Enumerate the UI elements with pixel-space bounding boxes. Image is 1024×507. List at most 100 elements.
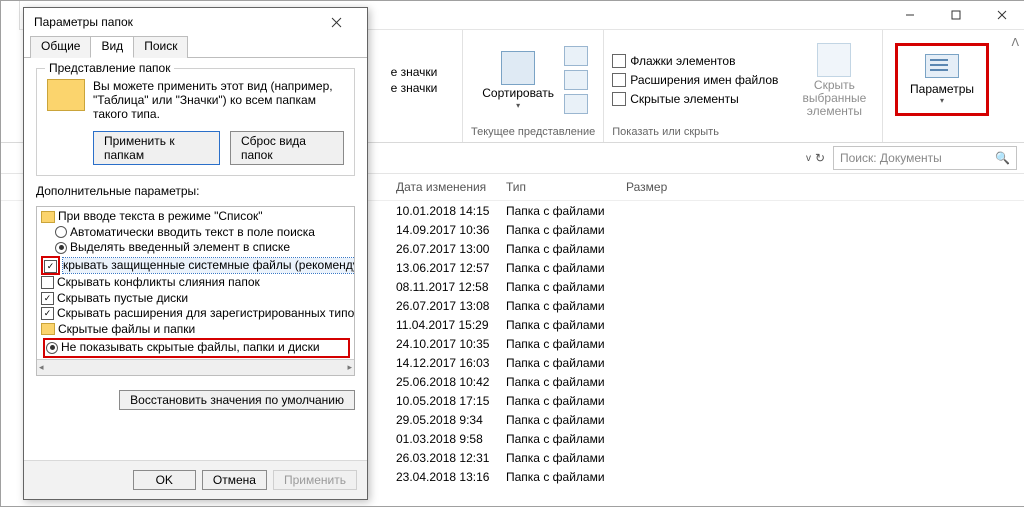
cell-type: Папка с файлами bbox=[506, 356, 626, 370]
radio-icon[interactable] bbox=[46, 342, 58, 354]
ribbon-label: Скрыть выбранные элементы bbox=[794, 79, 874, 118]
tree-item-label[interactable]: Скрывать пустые диски bbox=[57, 291, 188, 307]
cell-type: Папка с файлами bbox=[506, 261, 626, 275]
hidden-items-checkbox[interactable]: Скрытые элементы bbox=[612, 91, 778, 107]
ok-button[interactable]: OK bbox=[133, 470, 196, 490]
radio-icon[interactable] bbox=[55, 226, 67, 238]
advanced-settings-tree[interactable]: При вводе текста в режиме "Список" Автом… bbox=[36, 206, 355, 376]
maximize-button[interactable] bbox=[933, 1, 979, 29]
add-columns-button[interactable] bbox=[564, 70, 588, 90]
quick-access-top bbox=[1, 1, 20, 31]
checkbox-icon bbox=[612, 73, 626, 87]
cell-date: 26.03.2018 12:31 bbox=[396, 451, 506, 465]
sort-icon bbox=[501, 51, 535, 85]
folder-options-dialog: Параметры папок Общие Вид Поиск Представ… bbox=[23, 7, 368, 500]
ribbon-group-layout: е значки е значки bbox=[366, 30, 463, 142]
cell-type: Папка с файлами bbox=[506, 299, 626, 313]
folder-icon bbox=[47, 79, 85, 111]
folder-views-group: Представление папок Вы можете применить … bbox=[36, 68, 355, 176]
cell-date: 08.11.2017 12:58 bbox=[396, 280, 506, 294]
checkbox-label: Флажки элементов bbox=[630, 54, 735, 68]
cell-date: 10.05.2018 17:15 bbox=[396, 394, 506, 408]
radio-icon[interactable] bbox=[55, 242, 67, 254]
reset-folders-button[interactable]: Сброс вида папок bbox=[230, 131, 344, 165]
minimize-button[interactable] bbox=[887, 1, 933, 29]
cell-type: Папка с файлами bbox=[506, 451, 626, 465]
size-columns-button[interactable] bbox=[564, 94, 588, 114]
tree-item-label[interactable]: Скрывать расширения для зарегистрированн… bbox=[57, 306, 354, 322]
extensions-checkbox[interactable]: Расширения имен файлов bbox=[612, 72, 778, 88]
checkbox-label: Скрытые элементы bbox=[630, 92, 739, 106]
scroll-right-icon[interactable]: ▸ bbox=[347, 362, 352, 373]
tree-item-label[interactable]: Скрывать конфликты слияния папок bbox=[57, 275, 260, 291]
cell-type: Папка с файлами bbox=[506, 204, 626, 218]
close-button[interactable] bbox=[979, 1, 1024, 29]
collapse-ribbon-icon[interactable]: ᐱ bbox=[1011, 36, 1019, 49]
cell-date: 10.01.2018 14:15 bbox=[396, 204, 506, 218]
tab-search[interactable]: Поиск bbox=[133, 36, 188, 58]
checkbox-icon[interactable] bbox=[41, 276, 54, 289]
tree-item-label[interactable]: Автоматически вводить текст в поле поиск… bbox=[70, 225, 315, 241]
tab-strip: Общие Вид Поиск bbox=[24, 36, 367, 58]
search-input[interactable]: Поиск: Документы 🔍 bbox=[833, 146, 1017, 170]
sort-button[interactable]: Сортировать ▾ bbox=[478, 51, 558, 110]
cell-date: 23.04.2018 13:16 bbox=[396, 470, 506, 484]
ribbon-item-label[interactable]: е значки bbox=[391, 65, 438, 79]
minimize-icon bbox=[905, 10, 915, 20]
ribbon-group-caption: Текущее представление bbox=[471, 126, 595, 142]
horizontal-scrollbar[interactable]: ◂▸ bbox=[37, 359, 354, 375]
ribbon-label: Сортировать bbox=[482, 87, 554, 100]
options-button[interactable]: Параметры ▾ bbox=[895, 43, 989, 116]
tab-view[interactable]: Вид bbox=[90, 36, 134, 58]
apply-button[interactable]: Применить bbox=[273, 470, 357, 490]
cell-date: 29.05.2018 9:34 bbox=[396, 413, 506, 427]
cell-type: Папка с файлами bbox=[506, 223, 626, 237]
cell-type: Папка с файлами bbox=[506, 318, 626, 332]
chevron-down-icon: ▾ bbox=[940, 96, 944, 105]
checkbox-icon[interactable] bbox=[41, 292, 54, 305]
folder-icon bbox=[41, 323, 55, 335]
cell-type: Папка с файлами bbox=[506, 242, 626, 256]
close-icon bbox=[331, 17, 342, 28]
checkbox-icon[interactable] bbox=[44, 260, 57, 273]
checkbox-icon bbox=[612, 54, 626, 68]
checkbox-label: Расширения имен файлов bbox=[630, 73, 778, 87]
chevron-down-icon[interactable]: v bbox=[806, 153, 811, 164]
tree-item-label[interactable]: Выделять введенный элемент в списке bbox=[70, 240, 290, 256]
restore-defaults-button[interactable]: Восстановить значения по умолчанию bbox=[119, 390, 355, 410]
cell-date: 14.12.2017 16:03 bbox=[396, 356, 506, 370]
cancel-button[interactable]: Отмена bbox=[202, 470, 267, 490]
tree-item-label[interactable]: Не показывать скрытые файлы, папки и дис… bbox=[61, 340, 320, 356]
ribbon-item-label[interactable]: е значки bbox=[391, 81, 438, 95]
cell-type: Папка с файлами bbox=[506, 394, 626, 408]
refresh-icon[interactable]: ↻ bbox=[815, 151, 825, 165]
maximize-icon bbox=[951, 10, 961, 20]
apply-to-folders-button[interactable]: Применить к папкам bbox=[93, 131, 220, 165]
cell-type: Папка с файлами bbox=[506, 375, 626, 389]
cell-type: Папка с файлами bbox=[506, 432, 626, 446]
column-type[interactable]: Тип bbox=[506, 180, 626, 194]
hide-selected-button[interactable]: Скрыть выбранные элементы bbox=[794, 43, 874, 118]
checkbox-icon[interactable] bbox=[41, 307, 54, 320]
group-legend: Представление папок bbox=[45, 61, 174, 75]
column-size[interactable]: Размер bbox=[626, 180, 726, 194]
flags-checkbox[interactable]: Флажки элементов bbox=[612, 53, 778, 69]
tab-general[interactable]: Общие bbox=[30, 36, 91, 58]
tree-item-label[interactable]: крывать защищенные системные файлы (реко… bbox=[63, 258, 355, 274]
group-by-button[interactable] bbox=[564, 46, 588, 66]
tree-item-label: Скрытые файлы и папки bbox=[58, 322, 195, 338]
tree-item-label: При вводе текста в режиме "Список" bbox=[58, 209, 263, 225]
search-placeholder: Поиск: Документы bbox=[840, 151, 942, 165]
scroll-left-icon[interactable]: ◂ bbox=[39, 362, 44, 373]
dialog-close-button[interactable] bbox=[331, 17, 361, 28]
cell-date: 13.06.2017 12:57 bbox=[396, 261, 506, 275]
cell-date: 14.09.2017 10:36 bbox=[396, 223, 506, 237]
cell-date: 25.06.2018 10:42 bbox=[396, 375, 506, 389]
cell-type: Папка с файлами bbox=[506, 470, 626, 484]
highlight-red: Не показывать скрытые файлы, папки и дис… bbox=[43, 338, 350, 358]
hide-selected-icon bbox=[817, 43, 851, 77]
column-date[interactable]: Дата изменения bbox=[396, 180, 506, 194]
cell-date: 26.07.2017 13:08 bbox=[396, 299, 506, 313]
options-icon bbox=[925, 54, 959, 78]
close-icon bbox=[997, 10, 1007, 20]
